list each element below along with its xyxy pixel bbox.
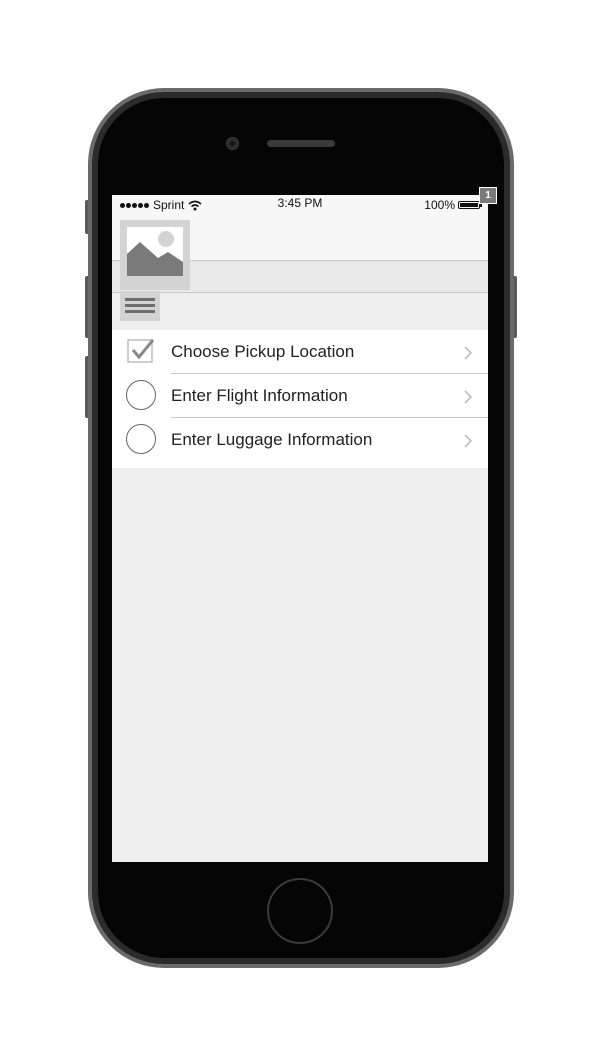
status-right: 100%	[424, 198, 482, 212]
circle-outline-icon	[126, 424, 156, 454]
checkbox-checked-icon	[126, 336, 156, 366]
front-camera-icon	[226, 137, 239, 150]
list-item-flight-information[interactable]: Enter Flight Information	[112, 374, 488, 418]
image-placeholder-icon	[120, 220, 190, 290]
step-list: Choose Pickup Location Enter Flight Info…	[112, 330, 488, 468]
image-glyph	[127, 227, 183, 276]
step-label: Choose Pickup Location	[171, 342, 355, 361]
earpiece-speaker	[267, 140, 335, 147]
step-label: Enter Flight Information	[171, 386, 348, 405]
circle-outline-icon	[126, 380, 156, 410]
chevron-right-icon	[464, 346, 473, 360]
battery-icon	[458, 201, 482, 209]
battery-percent: 100%	[424, 198, 455, 212]
home-button[interactable]	[267, 878, 333, 944]
status-bar: Sprint 3:45 PM 100%	[112, 195, 488, 215]
step-label: Enter Luggage Information	[171, 430, 373, 449]
phone-screen: Sprint 3:45 PM 100% Choose Pickup Locati…	[112, 195, 488, 862]
list-item-pickup-location[interactable]: Choose Pickup Location	[112, 330, 488, 374]
hamburger-menu-icon[interactable]	[120, 291, 160, 321]
battery-fill	[460, 203, 478, 207]
annotation-badge[interactable]: 1	[479, 187, 497, 204]
chevron-right-icon	[464, 434, 473, 448]
mockup-canvas: Sprint 3:45 PM 100% Choose Pickup Locati…	[0, 0, 602, 1056]
list-item-luggage-information[interactable]: Enter Luggage Information	[112, 418, 488, 462]
chevron-right-icon	[464, 390, 473, 404]
